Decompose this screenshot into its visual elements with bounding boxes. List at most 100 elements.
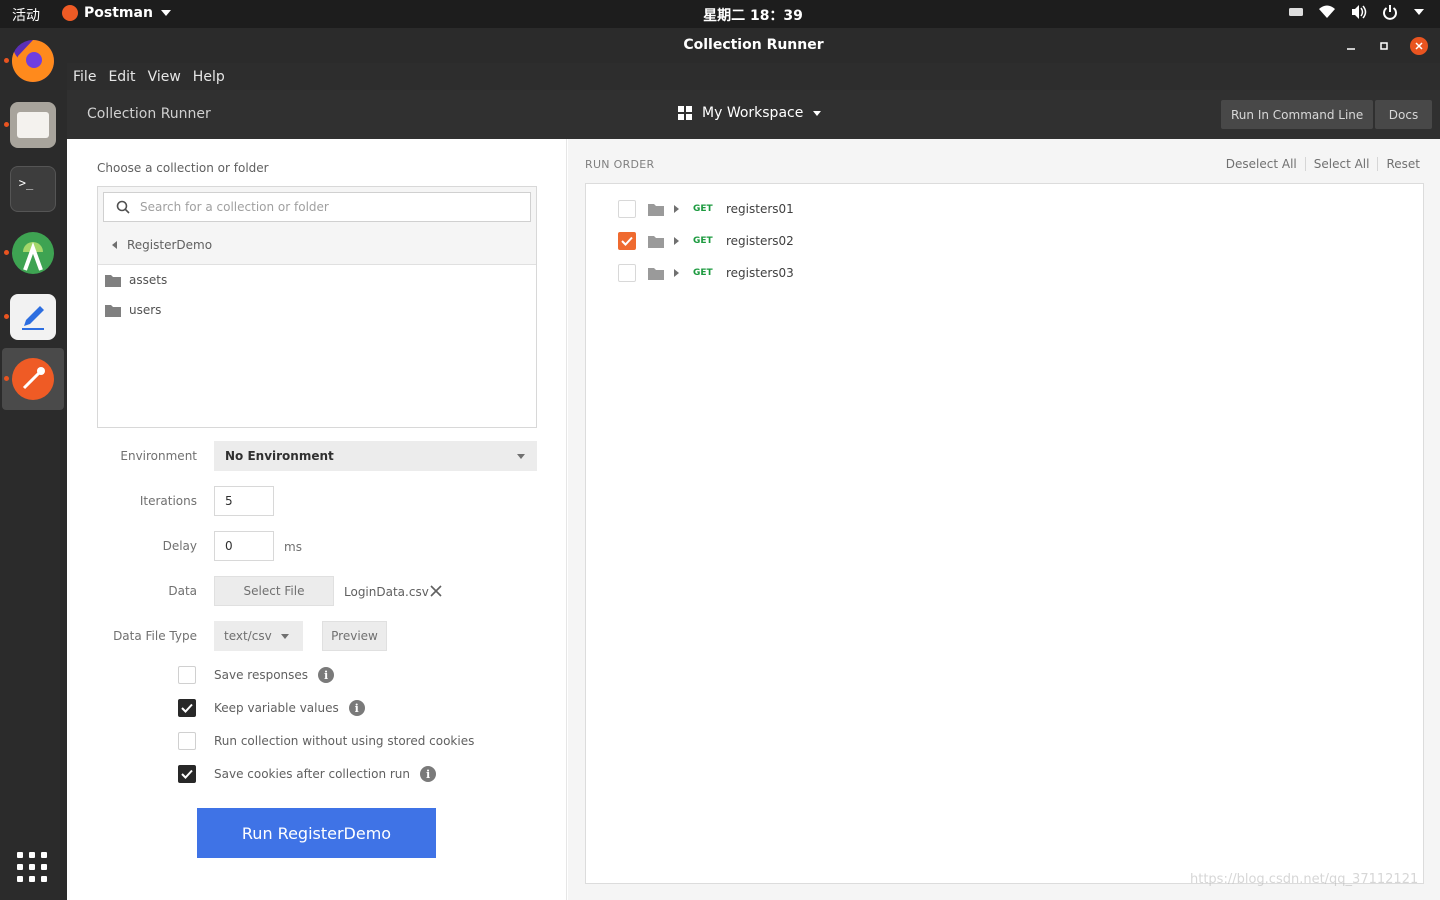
environment-value: No Environment xyxy=(225,449,334,463)
select-all-button[interactable]: Select All xyxy=(1314,157,1370,171)
request-checkbox[interactable] xyxy=(618,264,636,282)
run-order-panel: RUN ORDER Deselect All Select All Reset … xyxy=(568,139,1440,900)
option-run-without-cookies: Run collection without using stored cook… xyxy=(178,732,474,750)
option-label: Save cookies after collection run xyxy=(214,767,411,781)
terminal-icon: >_ xyxy=(10,166,56,212)
iterations-input[interactable] xyxy=(214,486,274,516)
checkmark-icon xyxy=(181,769,193,779)
environment-label: Environment xyxy=(120,449,197,463)
run-without-cookies-checkbox[interactable] xyxy=(178,732,196,750)
request-row: GET registers01 xyxy=(618,199,794,219)
checkmark-icon xyxy=(621,236,633,246)
folder-label: assets xyxy=(129,273,168,287)
postman-icon xyxy=(12,358,54,400)
dock-text-editor[interactable] xyxy=(2,286,64,348)
request-checkbox[interactable] xyxy=(618,200,636,218)
request-row: GET registers02 xyxy=(618,231,794,251)
expand-arrow-icon[interactable] xyxy=(674,269,679,277)
show-apps-icon[interactable] xyxy=(17,852,47,882)
info-icon[interactable]: i xyxy=(318,667,335,683)
header-title: Collection Runner xyxy=(87,106,211,122)
dock-files[interactable] xyxy=(2,94,64,156)
workspace-switcher[interactable]: My Workspace xyxy=(678,105,822,121)
android-studio-icon xyxy=(12,232,54,274)
collection-picker: RegisterDemo assets users xyxy=(97,186,537,428)
back-arrow-icon xyxy=(112,241,117,249)
save-cookies-checkbox[interactable] xyxy=(178,765,196,783)
option-label: Run collection without using stored cook… xyxy=(214,734,475,748)
docs-button[interactable]: Docs xyxy=(1375,100,1432,129)
window-title-bar: Collection Runner xyxy=(67,28,1440,63)
save-responses-checkbox[interactable] xyxy=(178,666,196,684)
request-method: GET xyxy=(693,268,713,278)
running-indicator xyxy=(4,314,9,319)
clock[interactable]: 星期二 18：39 xyxy=(0,5,1440,25)
workspace-grid-icon xyxy=(678,106,692,120)
maximize-button[interactable] xyxy=(1375,37,1393,55)
select-file-button[interactable]: Select File xyxy=(214,576,334,606)
request-row: GET registers03 xyxy=(618,263,794,283)
menu-file[interactable]: File xyxy=(73,69,96,85)
menu-edit[interactable]: Edit xyxy=(108,69,135,85)
power-icon xyxy=(1383,5,1397,20)
collection-search[interactable] xyxy=(103,192,531,222)
option-keep-variable-values: Keep variable values i xyxy=(178,699,365,717)
app-header: Collection Runner My Workspace Run In Co… xyxy=(67,90,1440,139)
request-method: GET xyxy=(693,204,713,214)
keyboard-icon xyxy=(1289,8,1303,16)
data-file-type-label: Data File Type xyxy=(113,629,197,643)
folder-item-users[interactable]: users xyxy=(105,303,161,317)
firefox-icon xyxy=(11,40,54,82)
dock-postman[interactable] xyxy=(2,348,64,410)
run-in-command-line-button[interactable]: Run In Command Line xyxy=(1221,100,1374,129)
request-name: registers02 xyxy=(726,234,794,248)
option-label: Save responses xyxy=(214,668,309,682)
volume-icon xyxy=(1352,5,1367,19)
menu-view[interactable]: View xyxy=(148,69,181,85)
divider xyxy=(1304,157,1306,171)
menu-bar: File Edit View Help xyxy=(67,63,1440,90)
breadcrumb[interactable]: RegisterDemo xyxy=(112,238,212,252)
iterations-label: Iterations xyxy=(139,494,197,508)
system-tray[interactable] xyxy=(1288,4,1424,20)
close-window-button[interactable] xyxy=(1410,37,1428,55)
minimize-button[interactable] xyxy=(1342,37,1360,55)
dock-firefox[interactable] xyxy=(2,30,64,92)
environment-select[interactable]: No Environment xyxy=(214,441,537,471)
info-icon[interactable]: i xyxy=(420,766,437,782)
data-file-type-select[interactable]: text/csv xyxy=(214,621,303,651)
preview-button[interactable]: Preview xyxy=(322,621,387,651)
run-order-actions: Deselect All Select All Reset xyxy=(1226,157,1420,171)
keep-variable-values-checkbox[interactable] xyxy=(178,699,196,717)
request-method: GET xyxy=(693,236,713,246)
remove-file-icon[interactable] xyxy=(429,584,443,598)
run-collection-button[interactable]: Run RegisterDemo xyxy=(197,808,436,858)
picker-header: RegisterDemo xyxy=(98,187,536,265)
run-order-label: RUN ORDER xyxy=(585,158,655,171)
running-indicator xyxy=(4,250,9,255)
wifi-icon xyxy=(1319,5,1335,18)
chevron-down-icon xyxy=(517,454,525,459)
expand-arrow-icon[interactable] xyxy=(674,237,679,245)
dock: >_ xyxy=(0,28,67,900)
choose-collection-label: Choose a collection or folder xyxy=(97,161,269,175)
dock-android-studio[interactable] xyxy=(2,222,64,284)
folder-icon xyxy=(648,235,664,248)
expand-arrow-icon[interactable] xyxy=(674,205,679,213)
breadcrumb-collection: RegisterDemo xyxy=(127,238,213,252)
request-checkbox[interactable] xyxy=(618,232,636,250)
deselect-all-button[interactable]: Deselect All xyxy=(1226,157,1297,171)
data-label: Data xyxy=(168,584,197,598)
chevron-down-icon xyxy=(813,110,822,116)
reset-button[interactable]: Reset xyxy=(1386,157,1420,171)
info-icon[interactable]: i xyxy=(348,700,365,716)
folder-icon xyxy=(105,274,121,287)
minimize-icon xyxy=(1347,48,1355,50)
folder-icon xyxy=(648,267,664,280)
delay-input[interactable] xyxy=(214,531,274,561)
menu-help[interactable]: Help xyxy=(193,69,225,85)
running-indicator xyxy=(4,376,9,381)
collection-search-input[interactable] xyxy=(140,200,520,214)
dock-terminal[interactable]: >_ xyxy=(2,158,64,220)
folder-item-assets[interactable]: assets xyxy=(105,273,167,287)
